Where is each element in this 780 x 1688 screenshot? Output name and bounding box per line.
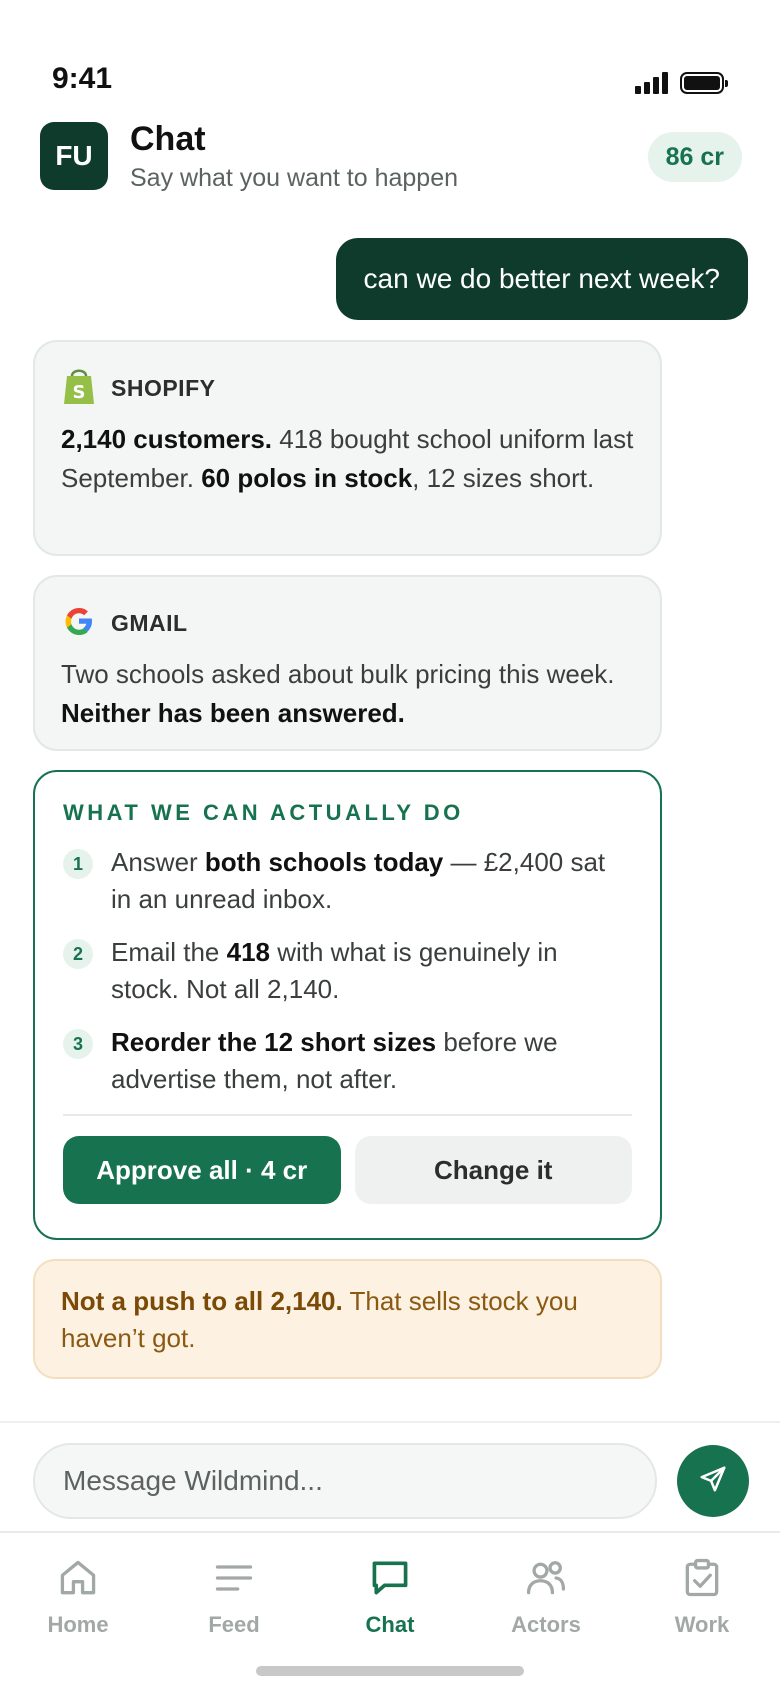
action-step: 3 Reorder the 12 short sizes before we a…	[63, 1024, 632, 1098]
action-buttons: Approve all · 4 cr Change it	[63, 1136, 632, 1204]
google-icon	[61, 603, 97, 644]
step-number: 1	[63, 849, 93, 879]
message-input[interactable]	[33, 1443, 657, 1519]
home-icon	[54, 1554, 102, 1602]
action-step: 1 Answer both schools today — £2,400 sat…	[63, 844, 632, 918]
chat-header: FU Chat Say what you want to happen 86 c…	[40, 120, 742, 192]
tab-label: Actors	[511, 1612, 581, 1637]
home-indicator[interactable]	[256, 1666, 524, 1676]
step-text: Email the 418 with what is genuinely in …	[111, 937, 558, 1004]
warning-note-card: Not a push to all 2,140. That sells stoc…	[33, 1259, 662, 1379]
actors-icon	[522, 1554, 570, 1602]
gmail-insight-card: GMAIL Two schools asked about bulk prici…	[33, 575, 662, 751]
action-plan-card: WHAT WE CAN ACTUALLY DO 1 Answer both sc…	[33, 770, 662, 1240]
status-bar: 9:41	[0, 0, 780, 110]
tab-home[interactable]: Home	[0, 1540, 156, 1650]
send-button[interactable]	[677, 1445, 749, 1517]
tab-work[interactable]: Work	[624, 1540, 780, 1650]
step-text: Answer both schools today — £2,400 sat i…	[111, 847, 606, 914]
approve-all-button[interactable]: Approve all · 4 cr	[63, 1136, 341, 1204]
page-title: Chat	[130, 120, 206, 158]
step-number: 3	[63, 1029, 93, 1059]
change-it-button[interactable]: Change it	[354, 1136, 632, 1204]
action-heading: WHAT WE CAN ACTUALLY DO	[63, 800, 464, 825]
user-message-bubble: can we do better next week?	[335, 238, 748, 320]
send-icon	[698, 1464, 728, 1499]
chat-icon	[366, 1554, 414, 1602]
step-text: Reorder the 12 short sizes before we adv…	[111, 1027, 558, 1094]
tab-label: Home	[47, 1612, 109, 1637]
svg-text:S: S	[73, 382, 86, 403]
card-source-label: GMAIL	[111, 609, 188, 636]
status-time: 9:41	[52, 62, 113, 95]
credits-badge[interactable]: 86 cr	[647, 132, 742, 182]
tab-label: Work	[674, 1612, 730, 1637]
avatar[interactable]: FU	[40, 122, 108, 190]
card-source: GMAIL	[61, 603, 634, 643]
feed-icon	[210, 1554, 258, 1602]
card-source: S SHOPIFY	[61, 368, 634, 408]
cellular-signal-icon	[635, 72, 668, 94]
tab-actors[interactable]: Actors	[468, 1540, 624, 1650]
card-body: Two schools asked about bulk pricing thi…	[61, 659, 615, 728]
work-icon	[678, 1554, 726, 1602]
card-source-label: SHOPIFY	[111, 374, 216, 401]
tab-feed[interactable]: Feed	[156, 1540, 312, 1650]
divider	[0, 1421, 780, 1423]
battery-icon	[680, 72, 728, 94]
card-body: 2,140 customers. 418 bought school unifo…	[61, 424, 634, 493]
shopify-insight-card: S SHOPIFY 2,140 customers. 418 bought sc…	[33, 340, 662, 556]
action-step: 2 Email the 418 with what is genuinely i…	[63, 934, 632, 1008]
bottom-tab-bar: Home Feed Chat Actors Work	[0, 1540, 780, 1650]
tab-label: Chat	[365, 1612, 415, 1637]
shopify-icon: S	[61, 366, 97, 411]
step-number: 2	[63, 939, 93, 969]
divider	[63, 1114, 632, 1116]
status-icons	[635, 72, 728, 94]
page-subtitle: Say what you want to happen	[130, 164, 459, 192]
tab-label: Feed	[208, 1612, 260, 1637]
divider	[0, 1531, 780, 1533]
tab-chat[interactable]: Chat	[312, 1540, 468, 1650]
